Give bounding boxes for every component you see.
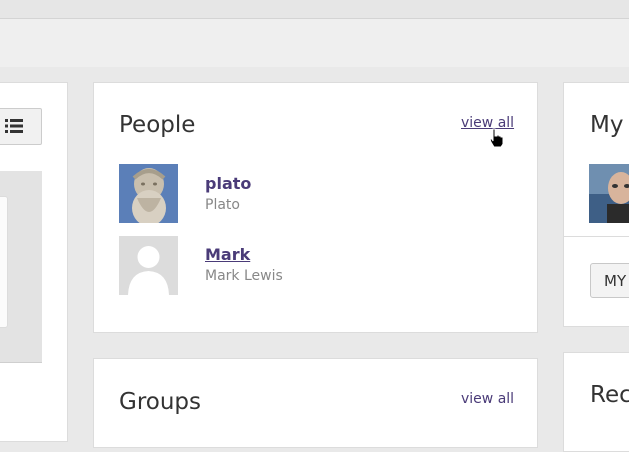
list-icon [5,119,23,133]
person-username[interactable]: Mark [205,245,250,264]
my-card: My MY [563,82,629,327]
list-view-button[interactable] [0,108,42,145]
my-button[interactable]: MY [590,263,629,298]
person-fullname: Mark Lewis [205,268,283,284]
rec-card: Rec [563,352,629,452]
people-card: People view all plato Plato Mark Mark Le… [93,82,538,333]
groups-view-all-link[interactable]: view all [461,391,514,407]
my-avatar[interactable] [589,164,629,223]
groups-card: Groups view all [93,358,538,448]
top-navbar [0,0,629,19]
my-card-title: My [590,112,624,138]
default-avatar-icon [119,236,178,295]
left-thumbnail[interactable] [0,171,42,363]
my-card-divider [564,236,629,237]
avatar-plato[interactable] [119,164,178,223]
sub-header-bar [0,19,629,67]
thumbnail-edge [0,196,8,328]
hand-cursor-icon [489,128,504,148]
groups-card-title: Groups [119,389,202,415]
person-fullname: Plato [205,197,240,213]
person-username[interactable]: plato [205,174,251,193]
person-row-mark: Mark Mark Lewis [119,236,519,296]
rec-card-title: Rec [590,382,629,408]
person-row-plato: plato Plato [119,164,519,224]
avatar-mark[interactable] [119,236,178,295]
people-card-title: People [119,112,196,138]
